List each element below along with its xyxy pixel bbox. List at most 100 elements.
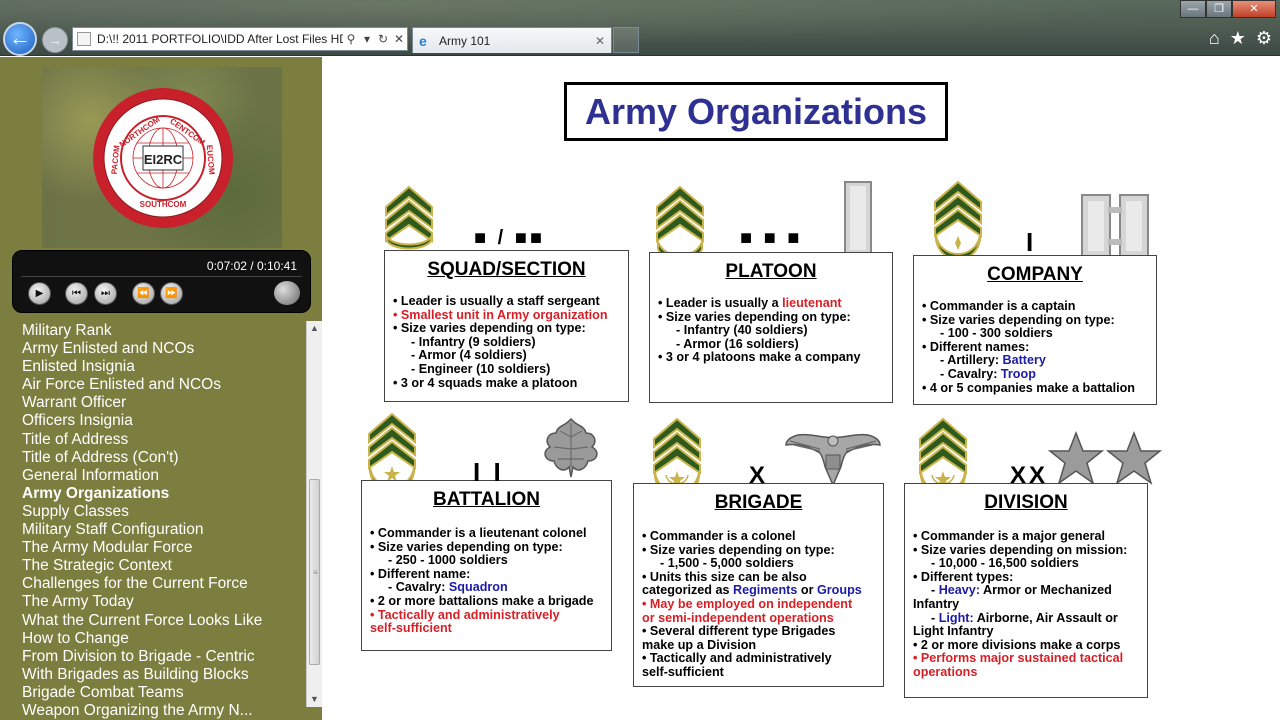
detail-line: • Size varies depending on type: [370, 540, 607, 555]
company-box: COMPANY • Commander is a captain • Size va… [913, 255, 1157, 405]
toolbar-icons: ⌂ ★ ⚙ [1209, 28, 1272, 49]
back-button[interactable]: ← [3, 22, 37, 56]
scrollbar-thumb[interactable]: ≡ [309, 479, 320, 665]
squad-details: • Leader is usually a staff sergeant • Sm… [393, 294, 624, 390]
detail-line: • Size varies depending on type: [642, 542, 879, 558]
address-text[interactable]: D:\!! 2011 PORTFOLIO\IDD After Lost File… [97, 32, 343, 46]
slide-title: Army Organizations [584, 91, 928, 132]
detail-highlight: Battery [1002, 353, 1046, 368]
home-icon[interactable]: ⌂ [1209, 28, 1220, 49]
menu-item[interactable]: Enlisted Insignia [22, 358, 306, 376]
close-window-button[interactable]: ✕ [1232, 0, 1276, 18]
detail-text: • 3 or 4 squads make a platoon [393, 375, 578, 390]
menu-item[interactable]: The Army Today [22, 593, 306, 611]
seek-bar[interactable] [21, 276, 302, 277]
menu-item[interactable]: The Strategic Context [22, 557, 306, 575]
rewind-button[interactable]: ⏪ [132, 282, 155, 305]
menu-item[interactable]: Title of Address (Con't) [22, 449, 306, 467]
play-button[interactable]: ▶ [28, 282, 51, 305]
tab-title: Army 101 [439, 33, 491, 48]
detail-line: Light Infantry [913, 624, 1143, 639]
next-button[interactable]: ⏭ [94, 282, 117, 305]
previous-button[interactable]: ⏮ [65, 282, 88, 305]
detail-line: • Tactically and administratively [642, 652, 879, 666]
detail-text: • Several different type Brigades [642, 624, 836, 639]
menu-item[interactable]: Warrant Officer [22, 394, 306, 412]
brigade-details: • Commander is a colonel • Size varies de… [642, 529, 879, 680]
detail-text: • Size varies depending on type: [922, 312, 1115, 327]
stop-icon[interactable]: ✕ [391, 32, 407, 46]
detail-text: • Performs major sustained tactical [913, 651, 1124, 666]
menu-item[interactable]: The Army Modular Force [22, 539, 306, 557]
slide-menu: Military Rank Army Enlisted and NCOs Enlis… [0, 321, 306, 720]
detail-line: • Commander is a colonel [642, 529, 879, 544]
scroll-down-icon[interactable]: ▼ [307, 692, 322, 707]
fast-forward-button[interactable]: ⏩ [160, 282, 183, 305]
detail-line: - Infantry (40 soldiers) [658, 323, 888, 338]
menu-item[interactable]: Officers Insignia [22, 412, 306, 430]
detail-line: • 3 or 4 platoons make a company [658, 351, 888, 365]
detail-text: • Tactically and administratively [370, 607, 560, 622]
detail-line: • Commander is a lieutenant colonel [370, 526, 607, 541]
detail-text: or semi-independent operations [642, 610, 834, 625]
detail-text: - 250 - 1000 soldiers [388, 553, 508, 568]
minimize-button[interactable]: — [1180, 0, 1206, 18]
tab-close-icon[interactable]: ✕ [595, 34, 605, 48]
detail-line: - Armor (4 soldiers) [393, 349, 624, 363]
forward-button[interactable]: → [42, 27, 68, 53]
menu-item[interactable]: Challenges for the Current Force [22, 575, 306, 593]
favorites-star-icon[interactable]: ★ [1230, 28, 1246, 49]
scroll-up-icon[interactable]: ▲ [307, 321, 322, 336]
detail-text: - 100 - 300 soldiers [940, 326, 1053, 341]
menu-item[interactable]: Brigade Combat Teams [22, 684, 306, 702]
detail-highlight: Groups [816, 583, 862, 598]
detail-highlight: Regiments [733, 583, 798, 598]
menu-item[interactable]: Army Organizations [22, 485, 306, 503]
detail-highlight: Heavy: [938, 583, 981, 598]
detail-line: • Size varies depending on mission: [913, 543, 1143, 558]
division-details: • Commander is a major general • Size var… [913, 529, 1143, 680]
lieutenant-bar-icon [844, 181, 872, 255]
menu-item[interactable]: Air Force Enlisted and NCOs [22, 376, 306, 394]
detail-line: • Size varies depending on type: [658, 310, 888, 325]
refresh-icon[interactable]: ↻ [375, 32, 391, 46]
menu-item[interactable]: Army Enlisted and NCOs [22, 340, 306, 358]
company-map-symbol: I [1026, 227, 1037, 257]
menu-item[interactable]: General Information [22, 467, 306, 485]
detail-line: - Artillery: Battery [922, 354, 1152, 368]
menu-item[interactable]: Supply Classes [22, 503, 306, 521]
menu-item[interactable]: With Brigades as Building Blocks [22, 666, 306, 684]
menu-item[interactable]: From Division to Brigade - Centric [22, 648, 306, 666]
volume-knob-icon[interactable] [274, 281, 300, 305]
squad-title: SQUAD/SECTION [427, 259, 586, 280]
detail-text: • 4 or 5 companies make a battalion [922, 380, 1135, 395]
detail-text: • Size varies depending on type: [642, 542, 835, 557]
menu-item[interactable]: Military Staff Configuration [22, 521, 306, 539]
tab-army-101[interactable]: e Army 101 ✕ [412, 27, 612, 53]
skip-back-icon: ⏮ [72, 288, 81, 299]
detail-text: • Commander is a lieutenant colonel [370, 526, 587, 540]
settings-gear-icon[interactable]: ⚙ [1256, 28, 1272, 49]
menu-item[interactable]: What the Current Force Looks Like [22, 612, 306, 630]
detail-line: • Different types: [913, 570, 1143, 585]
detail-text: Light Infantry [913, 624, 994, 639]
detail-line: • Tactically and administratively [370, 607, 607, 623]
menu-item[interactable]: Weapon Organizing the Army N... [22, 702, 306, 720]
menu-item[interactable]: How to Change [22, 630, 306, 648]
menu-scrollbar[interactable]: ▲ ≡ ▼ [306, 321, 322, 707]
skip-forward-icon: ⏭ [101, 288, 110, 299]
search-icon[interactable]: ⚲ [343, 32, 359, 46]
platoon-map-symbol: ■ ■ ■ [740, 227, 803, 249]
new-tab-button[interactable] [613, 27, 639, 53]
address-bar[interactable]: D:\!! 2011 PORTFOLIO\IDD After Lost File… [72, 27, 408, 51]
sergeant-first-class-chevron-icon [656, 185, 704, 261]
detail-line: - 250 - 1000 soldiers [370, 553, 607, 568]
dropdown-icon[interactable]: ▾ [359, 32, 375, 46]
detail-text: - [931, 610, 939, 625]
detail-line: make up a Division [642, 638, 879, 653]
detail-text: - Armor (16 soldiers) [676, 336, 799, 351]
menu-item[interactable]: Title of Address [22, 431, 306, 449]
detail-text: • Tactically and administratively [642, 651, 832, 666]
menu-item[interactable]: Military Rank [22, 322, 306, 340]
maximize-button[interactable]: ❐ [1206, 0, 1232, 18]
